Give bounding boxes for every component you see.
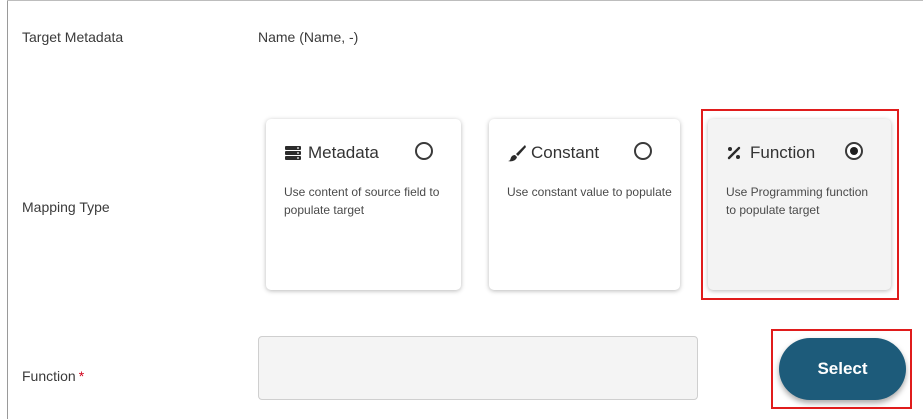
target-metadata-value: Name (Name, -) <box>258 29 359 45</box>
function-label-text: Function <box>22 368 76 384</box>
highlight-function-card <box>701 109 899 300</box>
mapping-type-label: Mapping Type <box>22 199 110 215</box>
mapping-option-description: Use content of source field to populate … <box>284 185 440 217</box>
frame-border-left <box>7 0 8 419</box>
brush-icon <box>507 144 529 162</box>
mapping-option-title: Constant <box>531 143 600 162</box>
mapping-option-metadata[interactable]: Metadata Use content of source field to … <box>266 119 461 290</box>
function-input[interactable] <box>258 336 698 400</box>
mapping-option-constant[interactable]: Constant Use constant value to populate <box>489 119 680 290</box>
database-icon <box>284 145 306 161</box>
required-marker: * <box>78 368 85 384</box>
radio-metadata[interactable] <box>415 142 433 160</box>
highlight-select-button <box>771 329 912 409</box>
function-field-label: Function * <box>22 368 84 384</box>
target-metadata-label: Target Metadata <box>22 29 124 45</box>
radio-constant[interactable] <box>634 142 652 160</box>
mapping-option-description: Use constant value to populate <box>507 185 672 199</box>
mapping-option-title: Metadata <box>308 143 379 162</box>
frame-border-top <box>7 0 923 1</box>
